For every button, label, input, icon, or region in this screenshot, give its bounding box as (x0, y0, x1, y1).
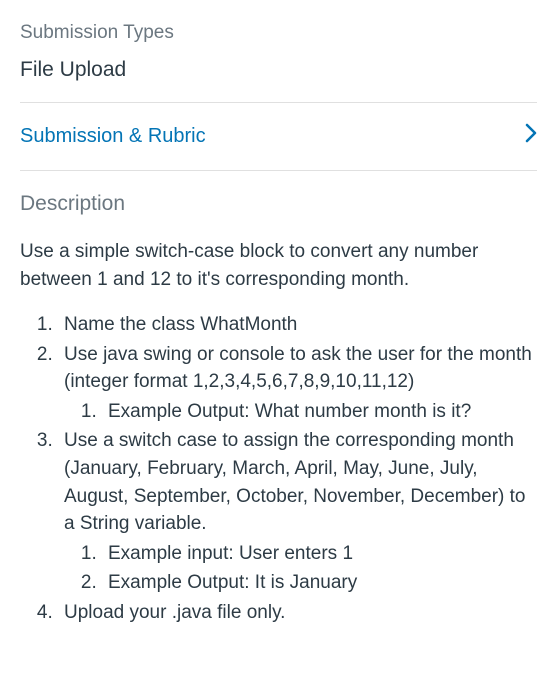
list-item: Example input: User enters 1 (102, 540, 537, 568)
list-item: Name the class WhatMonth (58, 311, 537, 339)
list-item: Example Output: What number month is it? (102, 398, 537, 426)
submission-types-label: Submission Types (20, 20, 537, 47)
list-item: Example Output: It is January (102, 569, 537, 597)
list-item: Use a switch case to assign the correspo… (58, 427, 537, 596)
list-item: Upload your .java file only. (58, 599, 537, 627)
sub-list: Example input: User enters 1 Example Out… (64, 540, 537, 597)
instruction-list: Name the class WhatMonth Use java swing … (20, 311, 537, 626)
description-heading: Description (20, 189, 537, 218)
chevron-right-icon (525, 121, 537, 152)
submission-rubric-label: Submission & Rubric (20, 122, 206, 150)
sub-list: Example Output: What number month is it? (64, 398, 537, 426)
list-item-text: Example Output: It is January (108, 572, 357, 593)
description-intro: Use a simple switch-case block to conver… (20, 238, 537, 293)
list-item-text: Name the class WhatMonth (64, 314, 297, 335)
list-item-text: Example input: User enters 1 (108, 543, 353, 564)
submission-rubric-link[interactable]: Submission & Rubric (20, 103, 537, 170)
list-item-text: Use a switch case to assign the correspo… (64, 430, 526, 534)
list-item-text: Example Output: What number month is it? (108, 401, 471, 422)
submission-types-value: File Upload (20, 55, 537, 84)
list-item-text: Use java swing or console to ask the use… (64, 344, 532, 393)
divider (20, 170, 537, 171)
list-item: Use java swing or console to ask the use… (58, 341, 537, 426)
submission-types-section: Submission Types File Upload (20, 20, 537, 84)
list-item-text: Upload your .java file only. (64, 602, 285, 623)
